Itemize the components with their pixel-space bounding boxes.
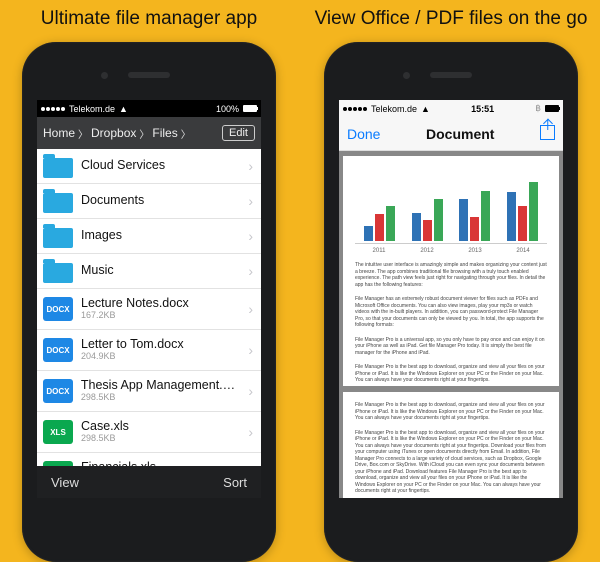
paragraph: File Manager Pro is the best app to down… (355, 430, 547, 495)
docx-icon: DOCX (43, 297, 73, 321)
folder-icon (43, 193, 73, 213)
file-size: 298.5KB (81, 393, 240, 403)
chevron-right-icon: › (248, 228, 253, 244)
list-item[interactable]: Music › (37, 254, 261, 289)
file-size: 167.2KB (81, 311, 189, 321)
file-name: Case.xls (81, 420, 129, 434)
share-button[interactable] (540, 125, 555, 143)
document-navbar: Done Document (339, 117, 563, 151)
paragraph: The intuitive user interface is amazingl… (355, 262, 547, 288)
screen-right: Telekom.de ▲ 15:51 ฿ Done Document 20112… (339, 100, 563, 498)
chevron-right-icon: 〉 (139, 126, 149, 141)
chevron-right-icon: › (248, 424, 253, 440)
status-bar: Telekom.de ▲ 100% (37, 100, 261, 117)
folder-icon (43, 228, 73, 248)
list-item[interactable]: XLS Financials.xls298.5KB › (37, 453, 261, 466)
edit-button[interactable]: Edit (222, 125, 255, 141)
crumb-files[interactable]: Files (152, 126, 177, 140)
battery-pct: 100% (216, 104, 239, 114)
document-page: File Manager Pro is the best app to down… (343, 392, 559, 498)
chevron-right-icon: › (248, 193, 253, 209)
file-size: 298.5KB (81, 434, 129, 444)
docx-icon: DOCX (43, 379, 73, 403)
status-bar: Telekom.de ▲ 15:51 ฿ (339, 100, 563, 117)
paragraph: File Manager Pro is the best app to down… (355, 364, 547, 384)
bluetooth-icon: ฿ (535, 103, 541, 114)
list-item[interactable]: DOCX Lecture Notes.docx167.2KB › (37, 289, 261, 330)
paragraph: File Manager has an extremely robust doc… (355, 296, 547, 329)
file-name: Lecture Notes.docx (81, 297, 189, 311)
list-item[interactable]: Cloud Services › (37, 149, 261, 184)
view-button[interactable]: View (51, 475, 79, 490)
carrier-label: Telekom.de (69, 104, 115, 114)
file-name: Letter to Tom.docx (81, 338, 184, 352)
file-name: Thesis App Management.docx (81, 379, 240, 393)
chevron-right-icon: 〉 (78, 126, 88, 141)
wifi-icon: ▲ (421, 104, 430, 114)
sort-button[interactable]: Sort (223, 475, 247, 490)
bottom-toolbar: View Sort (37, 466, 261, 498)
screen-left: Telekom.de ▲ 100% Home 〉 Dropbox 〉 Files… (37, 100, 261, 498)
file-size: 204.9KB (81, 352, 184, 362)
paragraph: File Manager Pro is the best app to down… (355, 402, 547, 422)
chart-x-axis: 2011201220132014 (355, 248, 547, 254)
chevron-right-icon: › (248, 301, 253, 317)
crumb-dropbox[interactable]: Dropbox (91, 126, 136, 140)
signal-icon (41, 107, 65, 111)
bar-chart (355, 166, 547, 244)
document-page: 2011201220132014 The intuitive user inte… (343, 156, 559, 386)
phone-frame-left: Telekom.de ▲ 100% Home 〉 Dropbox 〉 Files… (22, 42, 276, 562)
file-name: Cloud Services (81, 159, 165, 173)
paragraph: File Manager Pro is a universal app, so … (355, 337, 547, 357)
list-item[interactable]: Documents › (37, 184, 261, 219)
file-list[interactable]: Cloud Services › Documents › Images › Mu… (37, 149, 261, 466)
list-item[interactable]: XLS Case.xls298.5KB › (37, 412, 261, 453)
document-viewport[interactable]: 2011201220132014 The intuitive user inte… (339, 151, 563, 498)
folder-icon (43, 263, 73, 283)
breadcrumb-bar: Home 〉 Dropbox 〉 Files 〉 Edit (37, 117, 261, 149)
docx-icon: DOCX (43, 338, 73, 362)
file-name: Images (81, 229, 122, 243)
xls-icon: XLS (43, 420, 73, 444)
crumb-home[interactable]: Home (43, 126, 75, 140)
list-item[interactable]: Images › (37, 219, 261, 254)
share-icon (540, 125, 555, 140)
chevron-right-icon: › (248, 263, 253, 279)
list-item[interactable]: DOCX Letter to Tom.docx204.9KB › (37, 330, 261, 371)
clock: 15:51 (434, 104, 531, 114)
left-headline: Ultimate file manager app (0, 0, 298, 40)
folder-icon (43, 158, 73, 178)
chevron-right-icon: › (248, 383, 253, 399)
done-button[interactable]: Done (347, 126, 380, 142)
signal-icon (343, 107, 367, 111)
chevron-right-icon: › (248, 158, 253, 174)
battery-icon (545, 105, 559, 112)
document-title: Document (380, 126, 540, 142)
chevron-right-icon: › (248, 342, 253, 358)
phone-frame-right: Telekom.de ▲ 15:51 ฿ Done Document 20112… (324, 42, 578, 562)
file-name: Documents (81, 194, 144, 208)
right-headline: View Office / PDF files on the go (302, 0, 600, 40)
file-name: Music (81, 264, 114, 278)
wifi-icon: ▲ (119, 104, 128, 114)
chevron-right-icon: 〉 (181, 126, 191, 141)
list-item[interactable]: DOCX Thesis App Management.docx298.5KB › (37, 371, 261, 412)
battery-icon (243, 105, 257, 112)
carrier-label: Telekom.de (371, 104, 417, 114)
